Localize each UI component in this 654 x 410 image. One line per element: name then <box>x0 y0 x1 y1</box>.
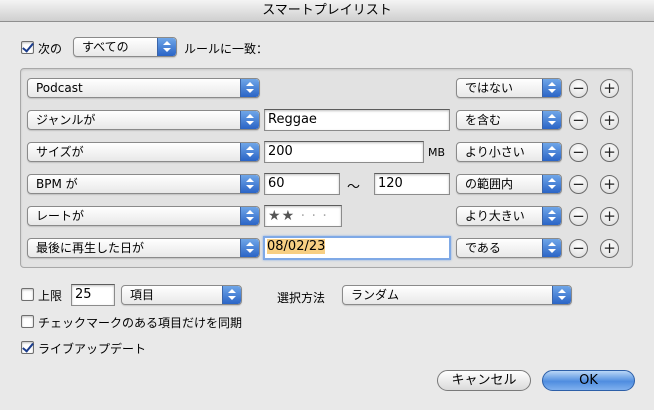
cancel-button[interactable]: キャンセル <box>437 370 531 391</box>
rating-stars-control[interactable]: ★★ · · · <box>264 205 342 227</box>
rule-field-popup[interactable]: BPM が <box>27 174 260 194</box>
popup-arrows-icon <box>240 79 259 97</box>
limit-label: 上限 <box>38 289 63 303</box>
add-rule-button[interactable]: + <box>600 143 619 162</box>
match-checkbox[interactable] <box>21 41 34 54</box>
rule-operator-popup[interactable]: ではない <box>456 78 562 98</box>
limit-checkbox[interactable] <box>21 288 34 301</box>
star-empty-dot-icon: · <box>295 208 307 224</box>
remove-rule-button[interactable]: − <box>569 79 588 98</box>
popup-arrows-icon <box>542 143 561 161</box>
sync-checked-label: チェックマークのある項目だけを同期 <box>38 316 243 330</box>
rule-operator-popup[interactable]: より大きい <box>456 206 562 226</box>
star-empty-dot-icon: · <box>306 208 317 224</box>
popup-arrows-icon <box>542 239 561 257</box>
match-suffix-label: ルールに一致： <box>184 42 269 56</box>
sync-checked-checkbox[interactable] <box>21 315 34 328</box>
selected-date-text: 08/02/23 <box>267 239 326 254</box>
add-rule-button[interactable]: + <box>600 207 619 226</box>
remove-rule-button[interactable]: − <box>569 239 588 258</box>
rule-operator-popup[interactable]: より小さい <box>456 142 562 162</box>
rule-operator-popup[interactable]: を含む <box>456 110 562 130</box>
range-from-input[interactable]: 60 <box>264 173 340 195</box>
match-mode-value: すべての <box>82 40 129 54</box>
size-unit-label: MB <box>428 146 446 159</box>
rule-field-popup[interactable]: レートが <box>27 206 260 226</box>
rule-field-popup[interactable]: 最後に再生した日が <box>27 238 260 258</box>
popup-arrows-icon <box>542 111 561 129</box>
popup-arrows-icon <box>240 239 259 257</box>
date-value-input[interactable]: 08/02/23 <box>263 236 451 260</box>
add-rule-button[interactable]: + <box>600 79 619 98</box>
popup-arrows-icon <box>552 286 571 304</box>
live-update-checkbox[interactable] <box>21 341 34 354</box>
limit-value-input[interactable]: 25 <box>71 284 115 306</box>
popup-arrows-icon <box>240 207 259 225</box>
live-update-label: ライブアップデート <box>38 342 147 356</box>
popup-arrows-icon <box>542 207 561 225</box>
window-title: スマートプレイリスト <box>0 0 654 22</box>
remove-rule-button[interactable]: − <box>569 143 588 162</box>
popup-arrows-icon <box>542 79 561 97</box>
add-rule-button[interactable]: + <box>600 239 619 258</box>
match-prefix-label: 次の <box>38 42 63 56</box>
rule-value-input[interactable]: 200 <box>264 141 424 163</box>
rule-operator-popup[interactable]: の範囲内 <box>456 174 562 194</box>
popup-arrows-icon <box>542 175 561 193</box>
add-rule-button[interactable]: + <box>600 111 619 130</box>
remove-rule-button[interactable]: − <box>569 207 588 226</box>
rule-operator-popup[interactable]: である <box>456 238 562 258</box>
star-empty-dot-icon: · <box>316 208 328 224</box>
popup-arrows-icon <box>240 175 259 193</box>
popup-arrows-icon <box>222 286 241 304</box>
limit-unit-popup[interactable]: 項目 <box>121 285 242 305</box>
popup-arrows-icon <box>240 143 259 161</box>
range-to-input[interactable]: 120 <box>374 173 450 195</box>
remove-rule-button[interactable]: − <box>569 111 588 130</box>
rule-field-popup[interactable]: ジャンルが <box>27 110 260 130</box>
selection-method-popup[interactable]: ランダム <box>342 285 572 305</box>
popup-arrows-icon <box>157 38 176 56</box>
selection-method-label: 選択方法 <box>277 291 326 305</box>
remove-rule-button[interactable]: − <box>569 175 588 194</box>
rule-value-input[interactable]: Reggae <box>264 109 450 131</box>
add-rule-button[interactable]: + <box>600 175 619 194</box>
star-filled-icon: ★ <box>268 208 282 224</box>
range-separator: 〜 <box>347 180 361 195</box>
rule-field-popup[interactable]: サイズが <box>27 142 260 162</box>
match-mode-popup[interactable]: すべての <box>73 37 177 57</box>
rule-field-popup[interactable]: Podcast <box>27 78 260 98</box>
ok-button[interactable]: OK <box>542 370 635 391</box>
popup-arrows-icon <box>240 111 259 129</box>
star-filled-icon: ★ <box>281 208 296 224</box>
